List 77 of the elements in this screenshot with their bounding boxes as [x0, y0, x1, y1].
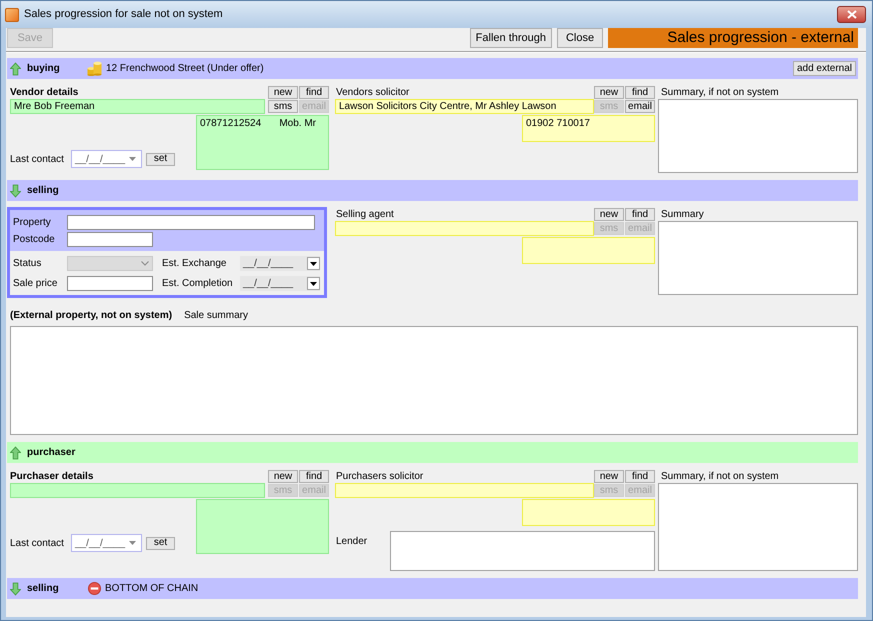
- summary-field[interactable]: [658, 483, 858, 571]
- field-label: Sale price: [13, 277, 58, 290]
- section-label: Vendors solicitor: [335, 86, 410, 99]
- phone-type: Mob. Mr: [279, 117, 316, 130]
- find-button[interactable]: find: [299, 470, 329, 483]
- last-contact-label: Last contact: [10, 152, 65, 166]
- phone-field[interactable]: [522, 237, 655, 264]
- sms-button[interactable]: sms: [268, 100, 298, 113]
- field-label: Est. Completion: [162, 277, 233, 290]
- sale-summary-field[interactable]: [10, 326, 858, 435]
- summary-field[interactable]: [658, 99, 858, 173]
- section-title: selling: [27, 184, 59, 198]
- phone-field[interactable]: [196, 499, 329, 554]
- name-field[interactable]: [10, 483, 265, 498]
- new-button[interactable]: new: [594, 86, 624, 99]
- set-button[interactable]: set: [146, 152, 175, 166]
- field-label: Postcode: [13, 233, 56, 246]
- fallen-through-button[interactable]: Fallen through: [470, 28, 552, 48]
- name-field[interactable]: [335, 221, 594, 236]
- no-entry-icon: [88, 582, 101, 595]
- caret-icon: [129, 541, 136, 545]
- summary-field[interactable]: [658, 221, 858, 295]
- close-form-button[interactable]: Close: [557, 28, 603, 48]
- section-title: selling: [27, 582, 59, 596]
- caret-icon: [129, 157, 136, 161]
- coins-icon: [87, 61, 102, 76]
- new-button[interactable]: new: [594, 470, 624, 483]
- phone-field[interactable]: [522, 499, 655, 526]
- last-contact-label: Last contact: [10, 536, 65, 550]
- find-button[interactable]: find: [625, 470, 655, 483]
- section-title: purchaser: [27, 446, 76, 460]
- name-field[interactable]: Mre Bob Freeman: [10, 99, 265, 114]
- email-button[interactable]: email: [625, 100, 655, 113]
- form-title-banner: Sales progression - external: [608, 28, 858, 48]
- app-icon: [5, 8, 19, 22]
- summary-label: Summary, if not on system: [660, 470, 780, 483]
- phone-field[interactable]: 07871212524 Mob. Mr: [196, 115, 329, 170]
- section-label: (External property, not on system): [10, 309, 172, 322]
- set-button[interactable]: set: [146, 536, 175, 550]
- chevron-icon: [141, 261, 149, 266]
- field-label: Est. Exchange: [162, 257, 226, 270]
- find-button[interactable]: find: [299, 86, 329, 99]
- text-field[interactable]: [67, 276, 153, 291]
- phone-field[interactable]: 01902 710017: [522, 115, 655, 142]
- date-field[interactable]: __/__/____: [240, 256, 320, 271]
- text-field[interactable]: [67, 232, 153, 247]
- section-label: Purchasers solicitor: [335, 470, 424, 483]
- add-external-button[interactable]: add external: [792, 61, 856, 76]
- window-title: Sales progression for sale not on system: [24, 7, 223, 22]
- lender-label: Lender: [335, 535, 368, 548]
- close-button[interactable]: [837, 6, 866, 23]
- phone-number: 01902 710017: [526, 117, 590, 130]
- close-icon: [846, 10, 856, 19]
- chain-note: BOTTOM OF CHAIN: [105, 582, 198, 596]
- text-field[interactable]: [67, 215, 315, 230]
- summary-label: Summary, if not on system: [660, 86, 780, 99]
- summary-label: Summary: [660, 208, 705, 221]
- lender-field[interactable]: [390, 531, 655, 571]
- section-label: Vendor details: [10, 86, 78, 99]
- date-field[interactable]: __/__/____: [71, 150, 142, 168]
- chain-note: 12 Frenchwood Street (Under offer): [106, 62, 264, 76]
- find-button[interactable]: find: [625, 208, 655, 221]
- section-title: buying: [27, 62, 60, 76]
- sale-summary-label: Sale summary: [184, 309, 248, 322]
- name-field[interactable]: Lawson Solicitors City Centre, Mr Ashley Lawson: [335, 99, 594, 114]
- section-label: Purchaser details: [10, 470, 94, 483]
- date-field[interactable]: __/__/____: [240, 276, 320, 291]
- name-field[interactable]: [335, 483, 594, 498]
- new-button[interactable]: new: [268, 470, 298, 483]
- field-label: Status: [13, 257, 42, 270]
- section-label: Selling agent: [335, 208, 394, 221]
- find-button[interactable]: find: [625, 86, 655, 99]
- phone-number: 07871212524: [200, 117, 262, 130]
- field-label: Property: [13, 216, 52, 229]
- new-button[interactable]: new: [594, 208, 624, 221]
- date-field[interactable]: __/__/____: [71, 534, 142, 552]
- new-button[interactable]: new: [268, 86, 298, 99]
